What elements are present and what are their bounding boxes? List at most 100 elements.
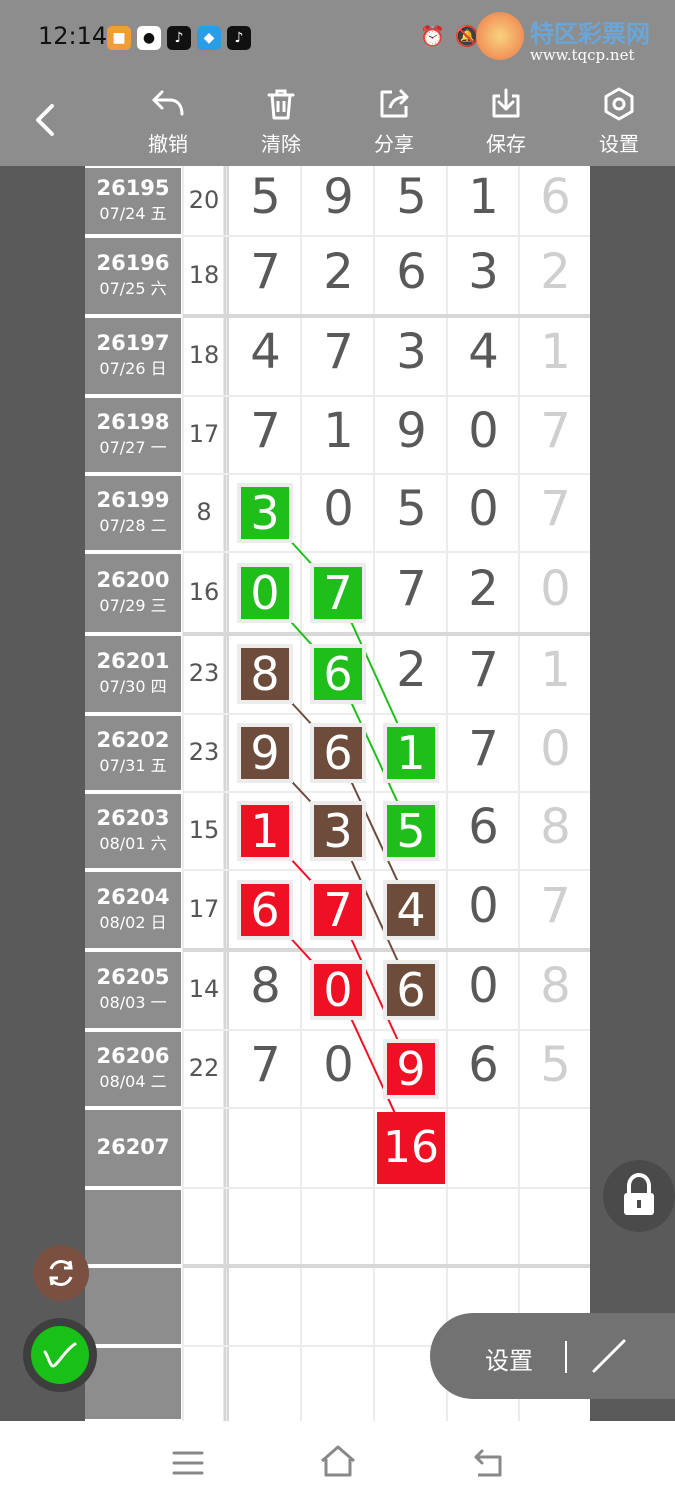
digit-cell: 7 [468, 721, 499, 777]
sum-value: 17 [188, 420, 220, 448]
save-label: 保存 [486, 132, 526, 156]
watermark-name: 特区彩票网 [530, 19, 650, 48]
digit-cell: 7 [323, 324, 354, 380]
issue-number: 26201 [96, 649, 170, 673]
trash-icon [267, 89, 295, 120]
prediction-box: 16 [377, 1112, 445, 1184]
undo-button[interactable]: 撤销 [128, 86, 208, 157]
issue-label [85, 1268, 181, 1344]
issue-number: 26204 [96, 885, 170, 909]
share-button[interactable]: 分享 [354, 86, 434, 157]
digit-cell: 7 [540, 481, 571, 537]
undo-icon [152, 90, 184, 116]
issue-date: 07/25 六 [99, 279, 167, 298]
issue-label: 26200 07/29 三 [85, 554, 181, 632]
issue-date: 08/01 六 [99, 834, 167, 853]
issue-label: 26201 07/30 四 [85, 636, 181, 712]
digit-cell: 5 [396, 169, 427, 225]
digit-cell: 2 [396, 642, 427, 698]
settings-bar[interactable]: 设置 [430, 1313, 675, 1399]
highlighted-digit: 6 [314, 648, 362, 700]
share-icon [380, 89, 409, 118]
issue-date: 07/31 五 [99, 756, 167, 775]
watermark-logo [476, 12, 524, 60]
digit-cell: 2 [468, 561, 499, 617]
issue-date: 07/29 三 [99, 596, 167, 615]
digit-cell: 6 [468, 799, 499, 855]
digit-cell: 0 [468, 958, 499, 1014]
digit-cell: 3 [396, 324, 427, 380]
highlighted-digit: 1 [241, 805, 289, 857]
settings-bar-label: 设置 [485, 1347, 533, 1375]
lock-button[interactable] [603, 1160, 675, 1232]
digit-cell: 5 [396, 481, 427, 537]
app-icon: ■ [107, 26, 131, 50]
highlighted-digit: 9 [241, 727, 289, 779]
digit-cell: 1 [323, 403, 354, 459]
sum-value: 8 [196, 498, 212, 526]
digit-cell: 0 [468, 481, 499, 537]
digit-cell: 0 [323, 481, 354, 537]
digit-cell: 0 [540, 561, 571, 617]
highlighted-digit: 6 [241, 884, 289, 936]
digit-cell: 7 [540, 878, 571, 934]
pen-icon [43, 1342, 77, 1368]
digit-cell: 1 [468, 169, 499, 225]
issue-label: 26195 07/24 五 [85, 168, 181, 234]
digit-cell: 6 [396, 244, 427, 300]
digit-cell: 2 [540, 244, 571, 300]
pen-tool-button[interactable] [23, 1318, 97, 1392]
sum-value: 18 [188, 341, 220, 369]
issue-number: 26206 [96, 1044, 170, 1068]
highlighted-digit: 6 [314, 727, 362, 779]
issue-date: 07/27 一 [99, 438, 167, 457]
digit-cell: 5 [250, 169, 281, 225]
highlighted-digit: 7 [314, 567, 362, 619]
app-icon: ◆ [197, 26, 221, 50]
highlighted-digit: 3 [241, 487, 289, 539]
back-nav-icon[interactable] [468, 1443, 508, 1483]
left-panel [0, 166, 85, 1421]
issue-number: 26200 [96, 568, 170, 592]
save-button[interactable]: 保存 [466, 86, 546, 157]
menu-icon[interactable] [168, 1443, 208, 1483]
notification-icons: ■ ● ♪ ◆ ♪ [107, 26, 251, 50]
issue-number: 26197 [96, 331, 170, 355]
issue-date: 08/03 一 [99, 993, 167, 1012]
home-icon[interactable] [316, 1441, 360, 1481]
trend-board[interactable]: 20 5 9 5 1 6 26195 07/24 五 18 7 2 6 3 2 26196 07/25 六 18… [85, 166, 590, 1421]
sum-value: 20 [188, 186, 220, 214]
clear-button[interactable]: 清除 [241, 86, 321, 157]
sum-value: 16 [188, 578, 220, 606]
issue-label: 26207 [85, 1110, 181, 1186]
highlighted-digit: 4 [387, 884, 435, 936]
digit-cell: 6 [540, 169, 571, 225]
status-bar: 12:14 ■ ● ♪ ◆ ♪ ⏰ 🔕 特区彩票网 www.tqcp.net [0, 0, 675, 78]
issue-label: 26203 08/01 六 [85, 794, 181, 868]
tiktok-icon: ♪ [227, 26, 251, 50]
pen-tool-fill [31, 1326, 89, 1384]
qq-icon: ● [137, 26, 161, 50]
issue-number: 26195 [96, 176, 170, 200]
issue-number: 26205 [96, 965, 170, 989]
settings-label: 设置 [599, 132, 639, 156]
issue-number: 26196 [96, 251, 170, 275]
digit-cell: 7 [468, 642, 499, 698]
refresh-button[interactable] [33, 1245, 89, 1301]
line-tool-icon[interactable] [580, 1325, 640, 1385]
issue-date: 07/26 日 [99, 359, 167, 378]
digit-cell: 9 [323, 169, 354, 225]
back-button[interactable] [30, 98, 70, 148]
sum-value: 14 [188, 975, 220, 1003]
issue-number: 26199 [96, 488, 170, 512]
sum-value: 23 [188, 659, 220, 687]
download-icon [492, 88, 520, 118]
digit-cell: 7 [250, 403, 281, 459]
digit-cell: 8 [540, 799, 571, 855]
digit-cell: 4 [468, 324, 499, 380]
highlighted-digit: 3 [314, 805, 362, 857]
settings-button[interactable]: 设置 [579, 86, 659, 157]
back-arrow-icon [36, 104, 54, 136]
digit-cell: 0 [468, 403, 499, 459]
digit-cell: 9 [396, 403, 427, 459]
